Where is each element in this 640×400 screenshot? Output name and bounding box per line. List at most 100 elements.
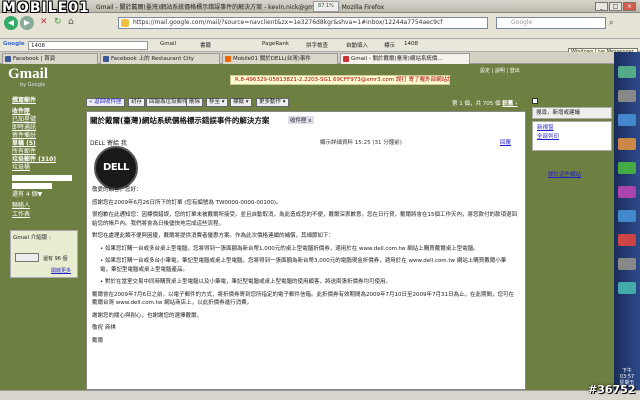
reply-link[interactable]: 回覆	[500, 138, 511, 146]
sidebar-item-drafts[interactable]: 草稿 (5)	[12, 140, 56, 148]
google-toolbar-logo: Google	[3, 41, 25, 47]
web-clip-ad[interactable]: R.8-496329-05813821-2.2203-SG1.69CFF973@…	[230, 75, 450, 85]
gmail-logo: Gmail	[8, 66, 48, 82]
sidebar-icon[interactable]	[618, 66, 636, 78]
archive-button[interactable]: 封存	[128, 98, 146, 107]
message-sender: DELL 寄給 我	[90, 140, 127, 147]
gmail-logo-subtitle: by Google	[20, 82, 46, 88]
sidebar-icon[interactable]	[618, 282, 636, 294]
compose-link[interactable]: 撰寫郵件	[12, 95, 36, 104]
chat-header: Gmail 介紹版 :	[13, 235, 51, 241]
toolbar-spellcheck[interactable]: 拼字檢查	[306, 41, 328, 49]
facebook-icon	[103, 56, 109, 62]
message-tools-panel: 新視窗 全部列印	[532, 121, 612, 151]
lock-icon	[121, 19, 129, 27]
toolbar-gmail[interactable]: Gmail	[160, 41, 176, 47]
sidebar-icon[interactable]	[618, 90, 636, 102]
sidebar-icon[interactable]	[618, 138, 636, 150]
sidebar-icon[interactable]	[618, 258, 636, 270]
account-links[interactable]: 設定 | 說明 | 登出	[480, 67, 520, 74]
sidebar-icon[interactable]	[618, 210, 636, 222]
address-bar[interactable]: https://mail.google.com/mail/?source=nav…	[118, 17, 488, 29]
toolbar-search-term[interactable]: 1408	[404, 41, 418, 47]
paging-count: 第 1 個，共 705 個	[452, 101, 501, 107]
contacts-link[interactable]: 聯絡人	[12, 202, 30, 210]
message-meta[interactable]: 顯示詳細資料 15:25 (31 分鐘前)	[320, 138, 402, 146]
dell-logo: DELL	[94, 146, 138, 190]
body-bullet: • 對於在當室交易中同時購買桌上型電腦以及小筆電，筆記型電腦或桌上型電腦的使用顧…	[100, 279, 391, 285]
body-bullet: • 如果您訂購一台或多台小筆電，筆記型電腦或桌上型電腦，您將得到一張面額為新台幣…	[100, 258, 507, 273]
search-suggest-box[interactable]: 搜尋，新增或建議	[532, 107, 612, 119]
greeting: 敬愛的顧客，您好：	[92, 187, 142, 193]
windows-sidebar	[614, 52, 640, 400]
chat-more-link[interactable]: 開啟更多	[51, 267, 71, 274]
sidebar-item-sent[interactable]: 寄件備份	[12, 132, 56, 140]
sidebar-icon[interactable]	[618, 114, 636, 126]
maximize-button[interactable]: □	[609, 2, 622, 11]
search-input[interactable]: Google	[496, 17, 606, 29]
print-all-link[interactable]: 全部列印	[537, 133, 607, 142]
tab-gmail[interactable]: Gmail - 關於戴爾(臺灣)網站系統價...	[340, 53, 470, 64]
sidebar-item-all-mail[interactable]: 所有郵件	[12, 148, 56, 156]
toolbar-pagerank[interactable]: PageRank	[262, 41, 289, 47]
minimize-button[interactable]: _	[595, 2, 608, 11]
labels-dropdown[interactable]: 標籤 ▾	[230, 98, 252, 107]
tab-restaurant-city[interactable]: Facebook 上的 Restaurant City	[100, 53, 220, 64]
close-button[interactable]: ×	[623, 2, 636, 11]
body-paragraph: 謝謝您的關心與耐心，也謝謝您的選擇戴爾。	[92, 312, 203, 319]
sidebar-item-chats[interactable]: 即時通訊	[12, 124, 56, 132]
more-actions-dropdown[interactable]: 更多動作 ▾	[256, 98, 289, 107]
chat-search-button[interactable]	[15, 253, 39, 262]
body-paragraph: 很抱歉在此通知您：因標價錯誤，您的訂單未被戴爾所接受。並且自動取消，為此造成您的…	[92, 212, 518, 227]
back-to-inbox-link[interactable]: « 返回收件匣	[86, 98, 125, 107]
sidebar-icon[interactable]	[618, 234, 636, 246]
search-icon[interactable]: ⌕	[609, 18, 613, 28]
facebook-icon	[5, 56, 11, 62]
home-icon[interactable]: ⌂	[68, 17, 78, 27]
chat-panel: Gmail 介紹版 : 還有 96 個 開啟更多	[10, 230, 78, 278]
image-watermark: #36752	[588, 383, 636, 396]
delete-button[interactable]: 刪除	[186, 98, 204, 107]
forward-icon[interactable]: ▶	[20, 16, 34, 30]
sidebar-label-redacted	[12, 175, 72, 181]
google-toolbar-search[interactable]: 1408	[28, 41, 148, 50]
back-icon[interactable]: ◀	[4, 16, 18, 30]
new-window-link[interactable]: 新視窗	[537, 124, 607, 133]
body-paragraph: 對您在處理此類不便與困擾，戴爾將提供消費者優惠方案。作為此次價格連續的補償，其細…	[92, 233, 335, 239]
window-title: Gmail - 關於戴爾(臺灣)網站系統價格標示錯誤事件的解決方案 - kevi…	[96, 4, 385, 11]
report-spam-button[interactable]: 回報為垃圾郵件	[146, 98, 191, 107]
mobile01-icon	[225, 56, 231, 62]
sidebar-item-inbox[interactable]: 收件匣	[12, 108, 56, 116]
toolbar-autofill[interactable]: 自動填入	[346, 41, 368, 49]
tab-mobile01[interactable]: Mobile01 關於DELL(台灣)事件	[222, 53, 338, 64]
chat-status: 還有 96 個	[43, 256, 68, 262]
sidebar-item-starred[interactable]: 已加星號	[12, 116, 56, 124]
sidebar-icon[interactable]	[618, 162, 636, 174]
signature: 戴爾	[92, 337, 104, 344]
sidebar-item-spam[interactable]: 垃圾郵件 (310)	[12, 156, 56, 164]
body-paragraph: 感謝您在2009年6月26日所下的訂單 (您有編號為 TW0000-0000-0…	[92, 199, 282, 206]
older-link[interactable]: 較舊 ›	[502, 101, 517, 107]
tasks-link[interactable]: 工作表	[12, 211, 30, 219]
more-labels-link[interactable]: 還有 4 個▼	[12, 191, 42, 199]
reload-icon[interactable]: ↻	[54, 17, 64, 27]
tab-facebook-home[interactable]: Facebook | 首頁	[2, 53, 98, 64]
toolbar-highlight[interactable]: 標示	[384, 41, 395, 49]
sidebar-icon[interactable]	[618, 186, 636, 198]
message-body: 敬愛的顧客，您好： 感謝您在2009年6月26日所下的訂單 (您有編號為 TW0…	[92, 186, 517, 349]
inbox-label-tag[interactable]: 收件匣 x	[288, 116, 314, 124]
toolbar-bookmarks[interactable]: 書籤	[200, 41, 211, 49]
body-bullet: • 如果您訂購一台或多台桌上型電腦，您將得到一張面額為新台幣1,000元的桌上型…	[100, 245, 479, 252]
body-paragraph: 戴爾會在2009年7月6日之前，以電子郵件的方式，將折價券寄到您所指定的電子郵件…	[92, 291, 514, 307]
gmail-icon	[343, 56, 349, 62]
move-to-dropdown[interactable]: 移至 ▾	[206, 98, 228, 107]
body-paragraph: 敬祝 商祺	[92, 325, 116, 331]
message-subject: 關於戴爾(臺灣)網站系統價格標示錯誤事件的解決方案	[90, 116, 270, 125]
clock-time: 下午 03:57	[619, 368, 635, 380]
sidebar-nav: 收件匣 已加星號 即時通訊 寄件備份 草稿 (5) 所有郵件 垃圾郵件 (310…	[12, 108, 56, 172]
sidebar-item-trash[interactable]: 垃圾桶	[12, 164, 56, 172]
stop-icon[interactable]: ✕	[40, 17, 50, 27]
status-bar	[0, 390, 640, 400]
network-monitor: 87.1%	[313, 1, 339, 12]
related-sites-link[interactable]: 關於這些網站	[548, 170, 581, 178]
